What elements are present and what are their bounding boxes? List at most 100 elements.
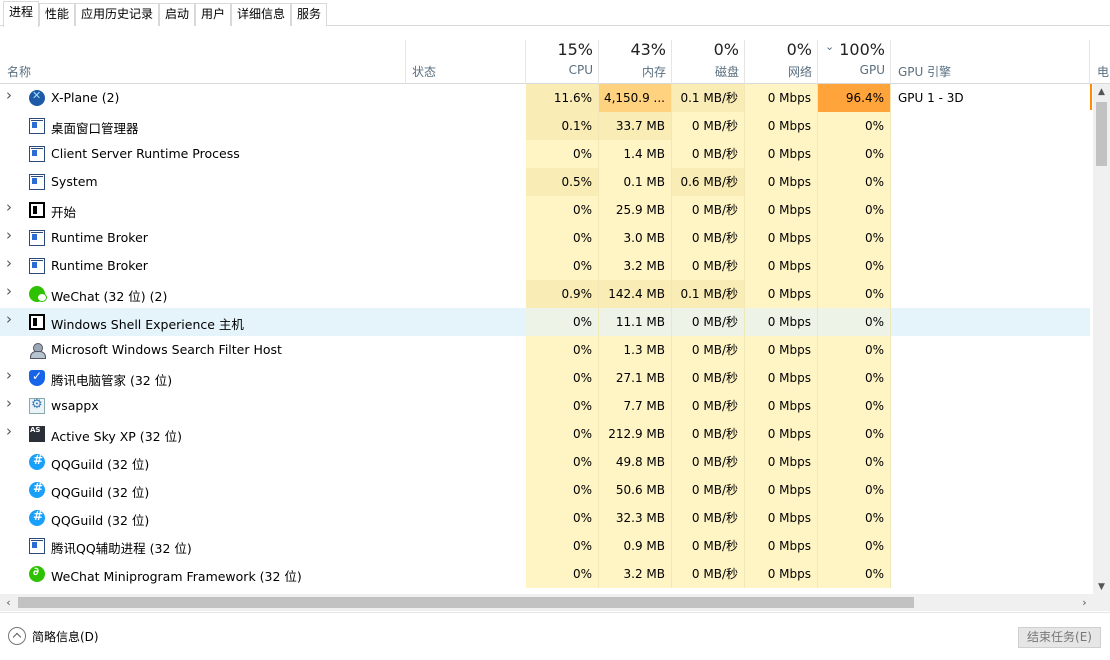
cpu-value: 0% [526,476,599,504]
cpu-value: 0.5% [526,168,599,196]
memory-value: 3.2 MB [599,560,672,588]
disk-value: 0 MB/秒 [672,308,745,336]
process-row[interactable]: Client Server Runtime Process 0% 1.4 MB 0 M… [0,140,1090,168]
vertical-scrollbar[interactable]: ▲ ▼ [1093,84,1110,596]
process-row[interactable]: › Runtime Broker 0% 3.0 MB 0 MB/秒 0 Mbps 0% [0,224,1090,252]
tab-app-history[interactable]: 应用历史记录 [75,3,160,26]
start-window-icon [29,202,45,218]
expand-chevron-icon[interactable]: › [6,368,18,383]
gpu-engine-value [891,252,1090,280]
window-app-icon [29,174,45,190]
process-name: Client Server Runtime Process [51,146,240,161]
cpu-value: 0% [526,532,599,560]
network-value: 0 Mbps [745,392,818,420]
process-row[interactable]: ›腾讯电脑管家 (32 位)0%27.1 MB0 MB/秒0 Mbps0% [0,364,1090,392]
header-disk-percent: 0% [713,40,739,59]
tab-bar: 进程 性能 应用历史记录 启动 用户 详细信息 服务 [0,0,1110,27]
start-window-icon [29,314,45,330]
header-network[interactable]: 0% 网络 [745,40,818,84]
process-row[interactable]: › WeChat (32 位) (2) 0.9% 142.4 MB 0.1 MB/秒 0 … [0,280,1090,308]
horizontal-scrollbar[interactable]: ‹ › [0,594,1093,611]
gpu-engine-value [891,196,1090,224]
end-task-button[interactable]: 结束任务(E) [1018,627,1101,648]
process-name: Active Sky XP (32 位) [51,429,182,444]
vertical-scroll-thumb[interactable] [1096,102,1107,166]
process-name: 桌面窗口管理器 [51,121,139,136]
tab-performance[interactable]: 性能 [39,3,76,26]
expand-chevron-icon[interactable]: › [6,256,18,271]
network-value: 0 Mbps [745,168,818,196]
wechat-icon [29,286,47,302]
cpu-value: 0% [526,560,599,588]
header-status[interactable]: 状态 [405,40,526,84]
process-row[interactable]: ›wsappx0%7.7 MB0 MB/秒0 Mbps0% [0,392,1090,420]
process-row[interactable]: ›Active Sky XP (32 位)0%212.9 MB0 MB/秒0 M… [0,420,1090,448]
process-row[interactable]: › Windows Shell Experience 主机 0% 11.1 MB 0 M… [0,308,1090,336]
memory-value: 1.3 MB [599,336,672,364]
header-network-percent: 0% [786,40,812,59]
header-gpu[interactable]: ⌄ 100% GPU [818,40,891,84]
tab-details[interactable]: 详细信息 [231,3,292,26]
gpu-value: 0% [818,420,891,448]
disk-value: 0 MB/秒 [672,364,745,392]
header-disk[interactable]: 0% 磁盘 [672,40,745,84]
process-row[interactable]: › Runtime Broker 0% 3.2 MB 0 MB/秒 0 Mbps 0% [0,252,1090,280]
process-row[interactable]: › 开始 0% 25.9 MB 0 MB/秒 0 Mbps 0% [0,196,1090,224]
window-app-icon [29,258,45,274]
expand-chevron-icon[interactable]: › [6,396,18,411]
process-name: WeChat Miniprogram Framework (32 位) [51,569,302,584]
memory-value: 4,150.9 ... [599,84,672,112]
cpu-value: 0% [526,420,599,448]
process-row[interactable]: QQGuild (32 位)0%49.8 MB0 MB/秒0 Mbps0% [0,448,1090,476]
cpu-value: 0% [526,224,599,252]
process-row[interactable]: System 0.5% 0.1 MB 0.6 MB/秒 0 Mbps 0% [0,168,1090,196]
header-power[interactable]: 电 [1090,40,1110,84]
qqguild-icon [29,481,45,498]
process-name: System [51,174,98,189]
header-gpu-engine[interactable]: GPU 引擎 [891,40,1089,84]
tab-startup[interactable]: 启动 [159,3,196,26]
network-value: 0 Mbps [745,448,818,476]
process-row[interactable]: QQGuild (32 位)0%50.6 MB0 MB/秒0 Mbps0% [0,476,1090,504]
memory-value: 3.0 MB [599,224,672,252]
gpu-engine-value [891,476,1090,504]
scroll-left-icon[interactable]: ‹ [0,594,17,611]
expand-chevron-icon[interactable]: › [6,228,18,243]
header-cpu-percent: 15% [557,40,593,59]
process-row[interactable]: › X-Plane (2) 11.6%4,150.9 ...0.1 MB/秒0 Mb… [0,84,1090,112]
cpu-value: 0% [526,448,599,476]
header-cpu[interactable]: 15% CPU [526,40,599,84]
tab-users[interactable]: 用户 [195,3,232,26]
header-gpu-percent: 100% [839,40,885,59]
tab-services[interactable]: 服务 [291,3,328,26]
header-name[interactable]: 名称 [0,40,405,84]
scroll-up-icon[interactable]: ▲ [1093,84,1110,101]
gpu-value: 0% [818,140,891,168]
network-value: 0 Mbps [745,560,818,588]
wechat-miniprogram-icon [29,565,45,582]
memory-value: 25.9 MB [599,196,672,224]
disk-value: 0 MB/秒 [672,532,745,560]
fewer-details-button[interactable]: 简略信息(D) [8,626,99,646]
header-memory[interactable]: 43% 内存 [599,40,672,84]
process-row[interactable]: 桌面窗口管理器 0.1% 33.7 MB 0 MB/秒 0 Mbps 0% [0,112,1090,140]
tab-processes[interactable]: 进程 [3,1,40,27]
scroll-right-icon[interactable]: › [1076,594,1093,611]
horizontal-scroll-thumb[interactable] [18,597,914,608]
memory-value: 49.8 MB [599,448,672,476]
expand-chevron-icon[interactable]: › [6,424,18,439]
expand-chevron-icon[interactable]: › [6,284,18,299]
network-value: 0 Mbps [745,112,818,140]
memory-value: 50.6 MB [599,476,672,504]
process-row[interactable]: WeChat Miniprogram Framework (32 位) 0%3.2… [0,560,1090,588]
process-name: QQGuild (32 位) [51,485,150,500]
cpu-value: 0% [526,140,599,168]
gpu-value: 0% [818,308,891,336]
expand-chevron-icon[interactable]: › [6,200,18,215]
process-row[interactable]: Microsoft Windows Search Filter Host 0% 1.… [0,336,1090,364]
process-row[interactable]: QQGuild (32 位)0%32.3 MB0 MB/秒0 Mbps0% [0,504,1090,532]
process-row[interactable]: 腾讯QQ辅助进程 (32 位) 0% 0.9 MB 0 MB/秒 0 Mbps 0% [0,532,1090,560]
tencent-pc-manager-icon [29,369,45,386]
expand-chevron-icon[interactable]: › [6,312,18,327]
expand-chevron-icon[interactable]: › [6,88,18,103]
